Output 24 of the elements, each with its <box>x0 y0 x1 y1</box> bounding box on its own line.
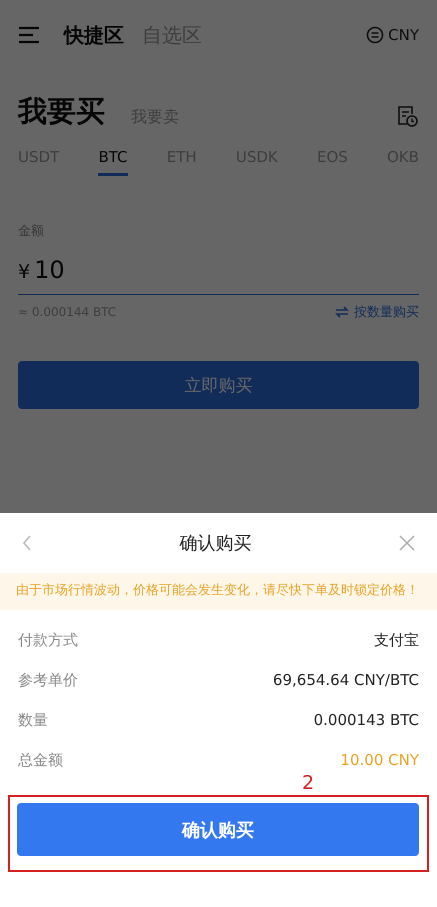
amount-field[interactable]: ¥ 10 <box>18 240 419 295</box>
currency-label[interactable]: CNY <box>388 26 419 44</box>
row-label: 参考单价 <box>18 670 78 690</box>
confirm-button[interactable]: 确认购买 <box>17 803 419 856</box>
zone-tab[interactable]: 快捷区 <box>64 22 124 48</box>
switch-link[interactable]: 按数量购买 <box>335 303 419 321</box>
back-icon[interactable] <box>22 535 32 551</box>
sheet-title: 确认购买 <box>180 532 252 555</box>
row-value: 69,654.64 CNY/BTC <box>272 671 419 689</box>
coin-tab[interactable]: BTC <box>98 144 128 176</box>
currency-icon[interactable] <box>366 26 384 44</box>
row-value: 0.000143 BTC <box>314 711 419 729</box>
row-label: 付款方式 <box>18 630 78 650</box>
row-label: 总金额 <box>18 750 63 770</box>
close-icon[interactable] <box>399 535 415 551</box>
swap-icon <box>335 306 349 318</box>
mode-tab[interactable]: 我要买 <box>18 92 105 132</box>
buy-button[interactable]: 立即购买 <box>18 361 419 409</box>
menu-icon[interactable] <box>18 26 40 44</box>
annotation-number: 2 <box>302 772 314 794</box>
warning-notice: 由于市场行情波动，价格可能会发生变化，请尽快下单及时锁定价格！ <box>0 573 437 610</box>
row-value: 10.00 CNY <box>340 751 419 769</box>
row-label: 数量 <box>18 710 48 730</box>
row-value: 支付宝 <box>374 630 419 650</box>
